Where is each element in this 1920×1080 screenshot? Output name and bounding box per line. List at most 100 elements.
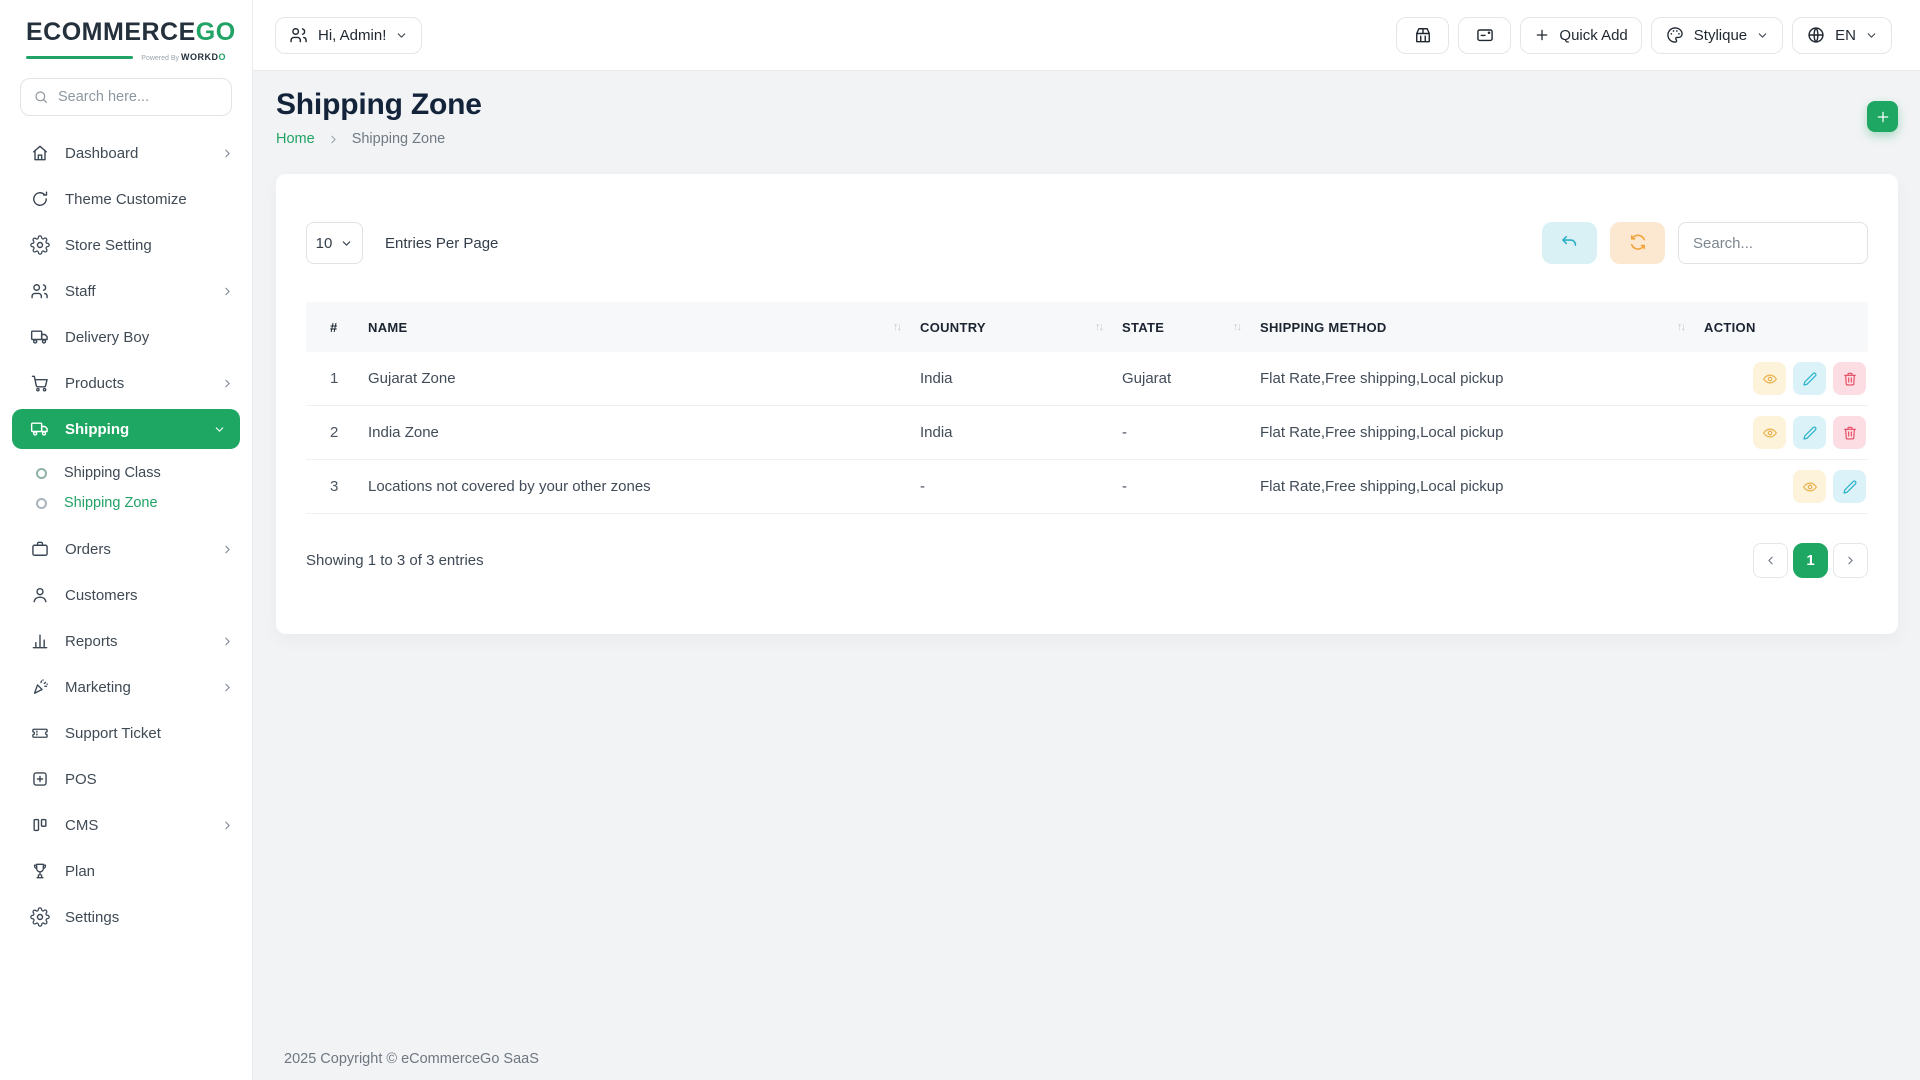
users-icon: [30, 281, 50, 301]
pagination-page-1[interactable]: 1: [1793, 543, 1828, 578]
sidebar-subitem-shipping-zone[interactable]: Shipping Zone: [0, 488, 252, 518]
eye-icon: [1802, 479, 1818, 495]
sidebar-subitem-shipping-class[interactable]: Shipping Class: [0, 458, 252, 488]
edit-button[interactable]: [1833, 470, 1866, 503]
edit-button[interactable]: [1793, 362, 1826, 395]
sidebar-item-cms[interactable]: CMS: [0, 802, 252, 848]
sidebar-item-delivery-boy[interactable]: Delivery Boy: [0, 314, 252, 360]
sidebar-search-input[interactable]: [58, 89, 208, 105]
sidebar-item-orders[interactable]: Orders: [0, 526, 252, 572]
language-select-button[interactable]: EN: [1792, 16, 1892, 54]
sidebar-item-plan[interactable]: Plan: [0, 848, 252, 894]
messages-button[interactable]: [1458, 16, 1512, 54]
brand-logo[interactable]: ECOMMERCEGO Powered By WORKDO: [0, 14, 252, 62]
sidebar-nav: Dashboard Theme Customize Store Setting …: [0, 130, 252, 940]
zone-country: India: [920, 424, 953, 441]
sidebar-item-settings[interactable]: Settings: [0, 894, 252, 940]
settings-gear-icon: [30, 907, 50, 927]
entries-per-page-select[interactable]: 10: [306, 222, 363, 264]
undo-icon: [1560, 233, 1580, 253]
view-button[interactable]: [1753, 362, 1786, 395]
palette-icon: [1665, 25, 1685, 45]
pos-icon: [30, 769, 50, 789]
chevron-right-icon: [221, 819, 234, 832]
shipping-submenu: Shipping Class Shipping Zone: [0, 452, 252, 526]
pagination: 1: [1753, 543, 1868, 578]
column-header-name[interactable]: NAME ↑↓: [368, 320, 920, 335]
row-index: 1: [330, 370, 339, 387]
brand-name: ECOMMERCEGO: [26, 18, 236, 46]
refresh-button[interactable]: [1610, 222, 1665, 264]
edit-button[interactable]: [1793, 416, 1826, 449]
sort-icon[interactable]: ↑↓: [893, 321, 902, 333]
zone-name: India Zone: [368, 424, 439, 441]
sidebar-item-pos[interactable]: POS: [0, 756, 252, 802]
chevron-right-icon: [221, 543, 234, 556]
storefront-button[interactable]: [1396, 16, 1450, 54]
undo-button[interactable]: [1542, 222, 1597, 264]
breadcrumb-home-link[interactable]: Home: [276, 131, 315, 147]
row-index: 2: [330, 424, 339, 441]
view-button[interactable]: [1753, 416, 1786, 449]
quick-add-button[interactable]: Quick Add: [1520, 16, 1642, 54]
column-header-country[interactable]: COUNTRY ↑↓: [920, 320, 1122, 335]
sidebar-item-staff[interactable]: Staff: [0, 268, 252, 314]
sidebar-item-marketing[interactable]: Marketing: [0, 664, 252, 710]
sidebar-item-dashboard[interactable]: Dashboard: [0, 130, 252, 176]
cart-icon: [30, 373, 50, 393]
copyright-text: 2025 Copyright © eCommerceGo SaaS: [284, 1051, 539, 1067]
chevron-right-icon: [221, 377, 234, 390]
eye-icon: [1762, 371, 1778, 387]
pagination-prev-button[interactable]: [1753, 543, 1788, 578]
sort-icon[interactable]: ↑↓: [1095, 321, 1104, 333]
delete-button[interactable]: [1833, 362, 1866, 395]
chevron-down-icon: [395, 29, 408, 42]
sidebar-item-products[interactable]: Products: [0, 360, 252, 406]
add-zone-button[interactable]: [1867, 101, 1898, 132]
bullet-ring-icon: [36, 467, 47, 479]
view-button[interactable]: [1793, 470, 1826, 503]
chevron-down-icon: [340, 237, 353, 250]
table-search-input[interactable]: [1693, 234, 1853, 252]
pagination-next-button[interactable]: [1833, 543, 1868, 578]
sidebar-search[interactable]: [20, 78, 232, 116]
sidebar-item-theme-customize[interactable]: Theme Customize: [0, 176, 252, 222]
table-search[interactable]: [1678, 222, 1868, 264]
bar-chart-icon: [30, 631, 50, 651]
sidebar-item-support-ticket[interactable]: Support Ticket: [0, 710, 252, 756]
table-row: 3 Locations not covered by your other zo…: [306, 460, 1868, 514]
trash-icon: [1842, 425, 1858, 441]
plus-icon: [1875, 109, 1891, 125]
row-index: 3: [330, 478, 339, 495]
chevron-right-icon: [221, 635, 234, 648]
column-header-index[interactable]: #: [306, 320, 368, 335]
sidebar-item-shipping[interactable]: Shipping: [12, 409, 240, 449]
admin-menu-button[interactable]: Hi, Admin!: [275, 16, 423, 54]
column-header-shipping-method[interactable]: SHIPPING METHOD ↑↓: [1260, 320, 1704, 335]
search-icon: [33, 89, 49, 105]
column-header-state[interactable]: STATE ↑↓: [1122, 320, 1260, 335]
refresh-icon: [1628, 233, 1648, 253]
sort-icon[interactable]: ↑↓: [1677, 321, 1686, 333]
eye-icon: [1762, 425, 1778, 441]
entries-summary: Showing 1 to 3 of 3 entries: [306, 552, 484, 569]
theme-select-button[interactable]: Stylique: [1650, 16, 1784, 54]
sidebar-item-reports[interactable]: Reports: [0, 618, 252, 664]
chevron-down-icon: [213, 423, 226, 436]
sidebar-item-store-setting[interactable]: Store Setting: [0, 222, 252, 268]
sort-icon[interactable]: ↑↓: [1233, 321, 1242, 333]
quick-add-label: Quick Add: [1559, 26, 1628, 44]
delete-button[interactable]: [1833, 416, 1866, 449]
pencil-icon: [1802, 425, 1818, 441]
sidebar-item-customers[interactable]: Customers: [0, 572, 252, 618]
table-header: # NAME ↑↓ COUNTRY ↑↓ STATE ↑↓ SHIPPING METH…: [306, 302, 1868, 352]
zone-method: Flat Rate,Free shipping,Local pickup: [1260, 478, 1504, 495]
powered-by-label: Powered By WORKDO: [141, 52, 226, 62]
store-icon: [1413, 25, 1433, 45]
breadcrumb-current: Shipping Zone: [351, 131, 446, 147]
users-icon: [289, 25, 309, 45]
zone-name: Locations not covered by your other zone…: [368, 478, 651, 495]
logo-underline: [26, 55, 134, 59]
truck-icon: [30, 327, 50, 347]
gear-icon: [30, 235, 50, 255]
